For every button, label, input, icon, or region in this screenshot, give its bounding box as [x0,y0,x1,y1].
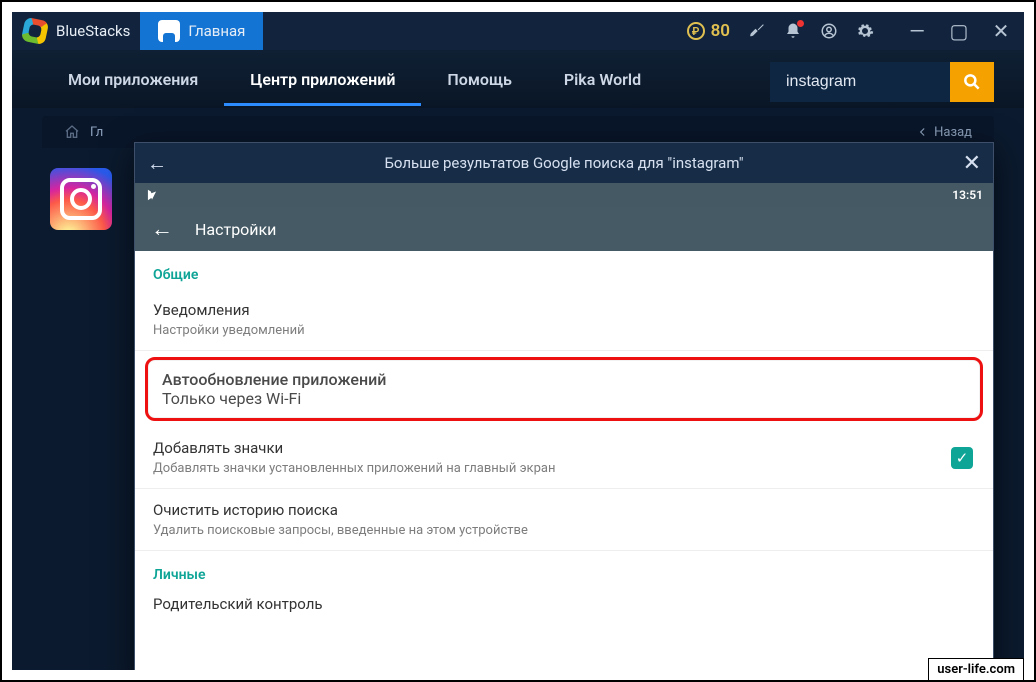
setting-title: Родительский контроль [153,595,975,613]
tab-my-apps[interactable]: Мои приложения [42,70,224,106]
modal-title: Больше результатов Google поиска для "in… [171,154,957,172]
status-time: 13:51 [952,188,983,202]
notifications-icon[interactable] [784,22,802,40]
section-general: Общие [135,251,993,289]
setting-title: Автообновление приложений [162,370,966,389]
brush-icon[interactable] [748,22,766,40]
coin-amount: 80 [711,21,730,41]
modal-back-button[interactable]: ← [147,151,171,176]
setting-subtitle: Настройки уведомлений [153,323,975,338]
watermark: user-life.com [928,658,1024,680]
android-status-bar: 13:51 [135,183,993,207]
main-tab[interactable]: Главная [140,12,263,50]
breadcrumb-home-label[interactable]: Гл [90,125,103,140]
search-input[interactable] [770,62,950,102]
close-button[interactable]: ✕ [990,19,1012,43]
main-tab-label: Главная [188,22,245,40]
setting-add-icons[interactable]: Добавлять значки Добавлять значки устано… [135,427,993,489]
settings-app-bar: ← Настройки [135,207,993,251]
account-icon[interactable] [820,22,838,40]
modal-close-button[interactable]: ✕ [957,151,981,176]
checkbox-checked-icon[interactable]: ✓ [951,447,973,469]
setting-notifications[interactable]: Уведомления Настройки уведомлений [135,289,993,351]
subnav: Мои приложения Центр приложений Помощь P… [12,50,1024,108]
search-button[interactable] [950,62,994,102]
setting-subtitle: Только через Wi-Fi [162,389,966,408]
maximize-button[interactable]: ▢ [948,19,970,43]
search-icon [962,72,982,92]
settings-title: Настройки [195,220,276,239]
tab-help[interactable]: Помощь [421,70,537,106]
breadcrumb-back[interactable]: Назад [916,125,972,140]
breadcrumb-back-label: Назад [934,125,972,140]
google-results-modal: ← Больше результатов Google поиска для "… [134,142,994,670]
gear-icon[interactable] [856,22,874,40]
bluestacks-logo [20,16,50,46]
search-container [770,62,994,102]
settings-back-button[interactable]: ← [151,216,173,242]
ruble-coin-icon: ₽ [687,22,705,40]
home-icon [158,20,180,42]
setting-title: Уведомления [153,301,975,319]
setting-parental-control[interactable]: Родительский контроль [135,583,993,629]
instagram-app-tile[interactable] [50,168,112,230]
tab-pika-world[interactable]: Pika World [538,70,667,106]
tab-app-center[interactable]: Центр приложений [224,70,421,106]
title-bar: BlueStacks Главная ₽ 80 — ▢ ✕ [12,12,1024,50]
back-arrow-icon [916,125,930,139]
minimize-button[interactable]: — [906,19,928,43]
breadcrumb-home-icon[interactable] [64,124,80,140]
content-area: ← Больше результатов Google поиска для "… [42,148,994,670]
setting-clear-history[interactable]: Очистить историю поиска Удалить поисковы… [135,489,993,551]
modal-header: ← Больше результатов Google поиска для "… [135,143,993,183]
coin-balance[interactable]: ₽ 80 [687,21,730,41]
setting-subtitle: Добавлять значки установленных приложени… [153,461,975,476]
section-personal: Личные [135,551,993,583]
play-flag-icon [145,188,159,202]
tab-bar: Мои приложения Центр приложений Помощь P… [42,70,667,106]
settings-body: Общие Уведомления Настройки уведомлений … [135,251,993,670]
setting-autoupdate[interactable]: Автообновление приложений Только через W… [145,357,983,421]
setting-title: Очистить историю поиска [153,501,975,519]
setting-title: Добавлять значки [153,439,975,457]
setting-subtitle: Удалить поисковые запросы, введенные на … [153,523,975,538]
brand-label: BlueStacks [56,22,130,40]
